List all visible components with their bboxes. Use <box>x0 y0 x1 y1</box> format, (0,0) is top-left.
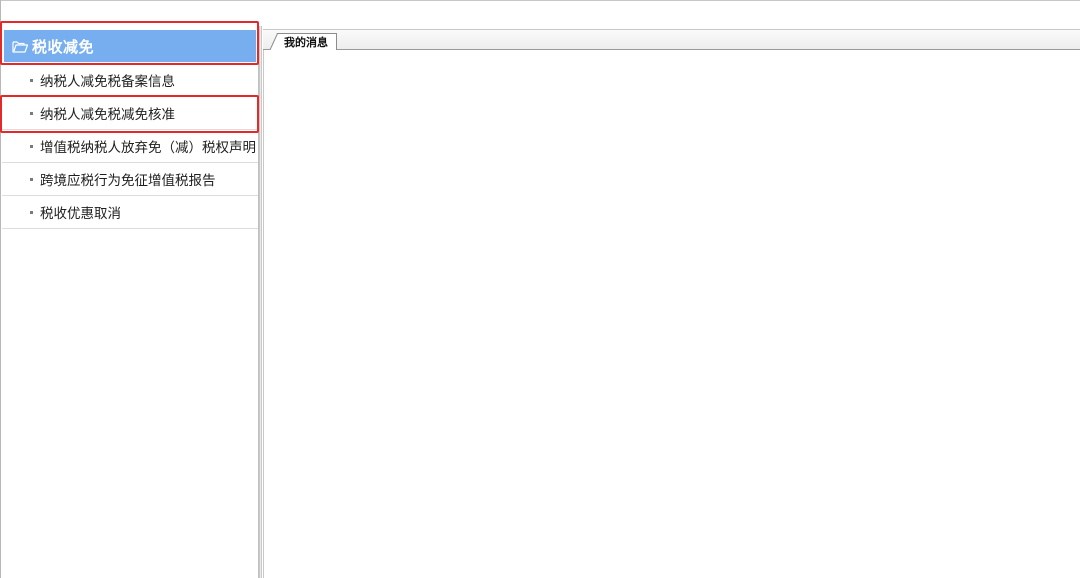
menu-item-label: 增值税纳税人放弃免（减）税权声明 <box>40 140 256 156</box>
menu-header-title: 税收减免 <box>32 37 95 56</box>
menu-item-cross-border-report[interactable]: 跨境应税行为免征增值税报告 <box>2 163 258 196</box>
folder-open-icon <box>12 40 28 53</box>
tab-label: 我的消息 <box>284 36 328 49</box>
bullet-icon <box>30 144 33 148</box>
menu-item-label: 税收优惠取消 <box>40 206 121 222</box>
menu-item-relief-approval[interactable]: 纳税人减免税减免核准 <box>2 97 258 130</box>
menu-item-filing-info[interactable]: 纳税人减免税备案信息 <box>2 64 258 97</box>
bullet-icon <box>30 111 33 115</box>
bullet-icon <box>30 210 33 214</box>
content-area <box>263 50 1080 578</box>
panel-splitter[interactable] <box>259 26 262 578</box>
tab-strip: 我的消息 <box>263 29 1080 51</box>
bullet-icon <box>30 78 33 82</box>
menu-header-tax-relief[interactable]: 税收减免 <box>4 30 256 62</box>
menu-item-label: 纳税人减免税减免核准 <box>40 107 175 123</box>
tab-my-messages[interactable]: 我的消息 <box>269 33 337 51</box>
menu-item-label: 纳税人减免税备案信息 <box>40 74 175 90</box>
bullet-icon <box>30 177 33 181</box>
menu-item-preference-cancel[interactable]: 税收优惠取消 <box>2 196 258 229</box>
left-border <box>0 0 1 578</box>
app-window: 税收减免 纳税人减免税备案信息 纳税人减免税减免核准 增值税纳税人放弃免（减）税… <box>0 0 1080 578</box>
main-panel: 我的消息 <box>263 29 1080 578</box>
menu-list: 纳税人减免税备案信息 纳税人减免税减免核准 增值税纳税人放弃免（减）税权声明 跨… <box>2 64 258 229</box>
menu-item-label: 跨境应税行为免征增值税报告 <box>40 173 216 189</box>
top-border <box>0 0 1080 1</box>
sidebar: 税收减免 纳税人减免税备案信息 纳税人减免税减免核准 增值税纳税人放弃免（减）税… <box>2 26 259 578</box>
menu-item-vat-waiver-statement[interactable]: 增值税纳税人放弃免（减）税权声明 <box>2 130 258 163</box>
